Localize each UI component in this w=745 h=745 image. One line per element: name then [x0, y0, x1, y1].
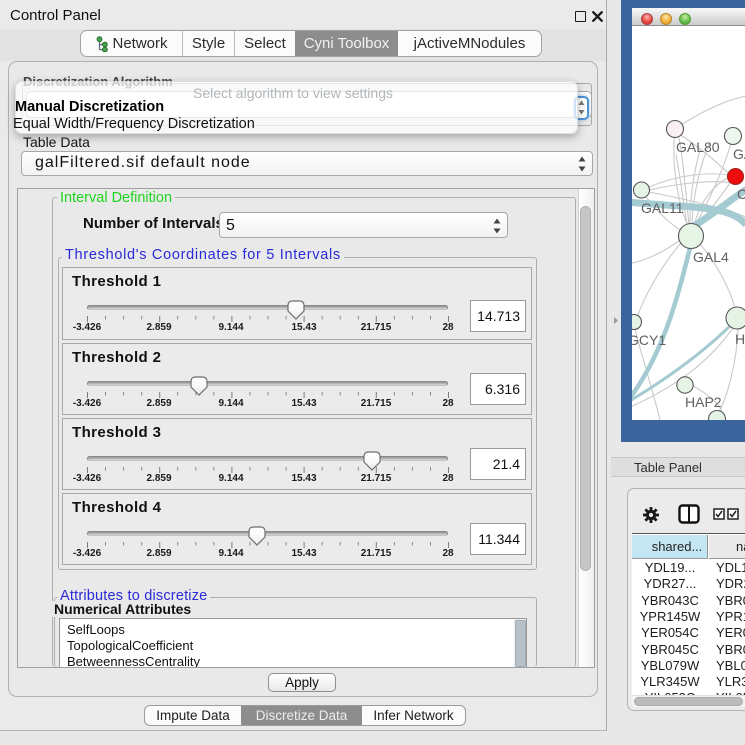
svg-text:HAP2: HAP2: [685, 394, 722, 410]
svg-text:GAL80: GAL80: [676, 139, 720, 155]
svg-text:GAL4: GAL4: [693, 249, 729, 265]
svg-text:C: C: [737, 186, 745, 202]
svg-text:GAL11: GAL11: [641, 200, 684, 216]
svg-text:GCY1: GCY1: [632, 332, 666, 348]
svg-text:H: H: [735, 331, 745, 347]
svg-text:GA: GA: [733, 146, 745, 162]
